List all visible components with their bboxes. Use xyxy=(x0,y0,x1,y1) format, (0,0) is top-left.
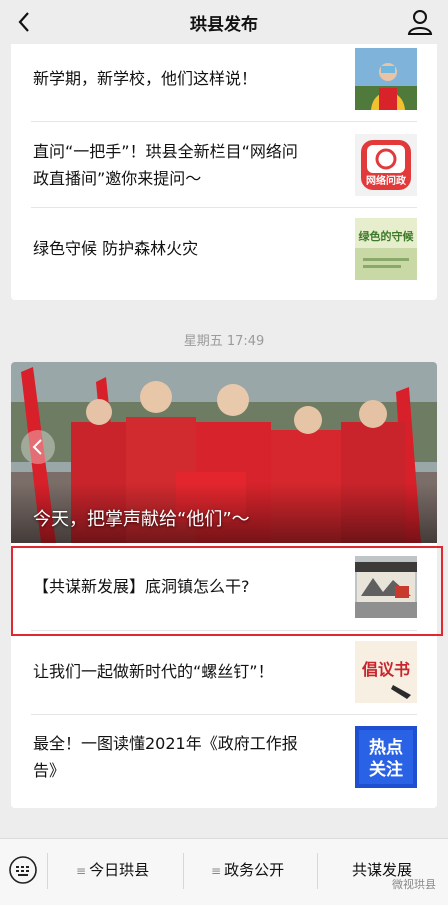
article-item[interactable]: 直问“一把手”！珙县全新栏目“网络问 政直播间”邀你来提问～ 网络问政 xyxy=(31,134,417,196)
menu-lines-icon: ≡ xyxy=(211,864,222,878)
article-thumbnail xyxy=(355,48,417,110)
article-title-line1: 最全！一图读懂2021年《政府工作报 xyxy=(33,734,298,753)
article-group-card: 新学期，新学校，他们这样说！ 直问“一把手”！珙县全新栏目“网络问 政直播间”邀… xyxy=(11,44,437,300)
divider xyxy=(31,714,417,715)
message-timestamp: 星期五 17:49 xyxy=(183,334,265,349)
keyboard-icon[interactable] xyxy=(8,855,38,885)
thumb-label-2: 关注 xyxy=(369,759,403,780)
nav-bar: 珙县发布 xyxy=(0,0,448,44)
thumb-label: 网络问政 xyxy=(366,174,407,187)
article-title-line2: 政直播间”邀你来提问～ xyxy=(33,169,202,188)
tab-separator xyxy=(47,853,48,889)
hero-article[interactable]: 今天，把掌声献给“他们”～ xyxy=(11,362,437,543)
tab-separator xyxy=(317,853,318,889)
article-title-line1: 直问“一把手”！珙县全新栏目“网络问 xyxy=(33,142,298,161)
tab-label: 今日珙县 xyxy=(89,861,150,879)
article-title: 直问“一把手”！珙县全新栏目“网络问 政直播间”邀你来提问～ xyxy=(33,138,298,192)
carousel-prev-icon[interactable] xyxy=(21,430,55,464)
page-title: 珙县发布 xyxy=(190,15,258,35)
menu-lines-icon: ≡ xyxy=(76,864,87,878)
article-thumbnail: 热点 关注 xyxy=(355,726,417,788)
article-title: 新学期，新学校，他们这样说！ xyxy=(33,69,258,88)
article-item[interactable]: 新学期，新学校，他们这样说！ xyxy=(31,48,417,110)
article-item[interactable]: 最全！一图读懂2021年《政府工作报 告》 热点 关注 xyxy=(31,726,417,788)
hero-caption: 今天，把掌声献给“他们”～ xyxy=(33,509,250,530)
bottom-menu-bar: ≡ 今日珙县 ≡ 政务公开 共谋发展 xyxy=(0,838,448,905)
article-item[interactable]: 绿色守候 防护森林火灾 绿色的守候 xyxy=(31,218,417,280)
highlight-box xyxy=(11,546,443,636)
tab-menu-1[interactable]: ≡ 今日珙县 xyxy=(76,859,149,880)
thumb-label-1: 热点 xyxy=(369,737,403,758)
article-thumbnail: 网络问政 xyxy=(355,134,417,196)
article-thumbnail: 倡议书 xyxy=(355,641,417,703)
divider xyxy=(31,121,417,122)
article-item[interactable]: 让我们一起做新时代的“螺丝钉”！ 倡议书 xyxy=(31,641,417,703)
thumb-label: 倡议书 xyxy=(361,660,410,679)
article-title: 让我们一起做新时代的“螺丝钉”！ xyxy=(33,662,274,681)
divider xyxy=(31,207,417,208)
tab-separator xyxy=(183,853,184,889)
article-title: 绿色守候 防护森林火灾 xyxy=(33,239,199,258)
tab-menu-2[interactable]: ≡ 政务公开 xyxy=(211,859,284,880)
tab-label: 政务公开 xyxy=(224,861,285,879)
watermark: 微视珙县 xyxy=(392,878,436,891)
user-profile-icon[interactable] xyxy=(404,6,436,38)
article-title: 最全！一图读懂2021年《政府工作报 告》 xyxy=(33,730,298,784)
thumb-label: 绿色的守候 xyxy=(359,229,415,243)
article-title-line2: 告》 xyxy=(33,761,66,780)
article-thumbnail: 绿色的守候 xyxy=(355,218,417,280)
